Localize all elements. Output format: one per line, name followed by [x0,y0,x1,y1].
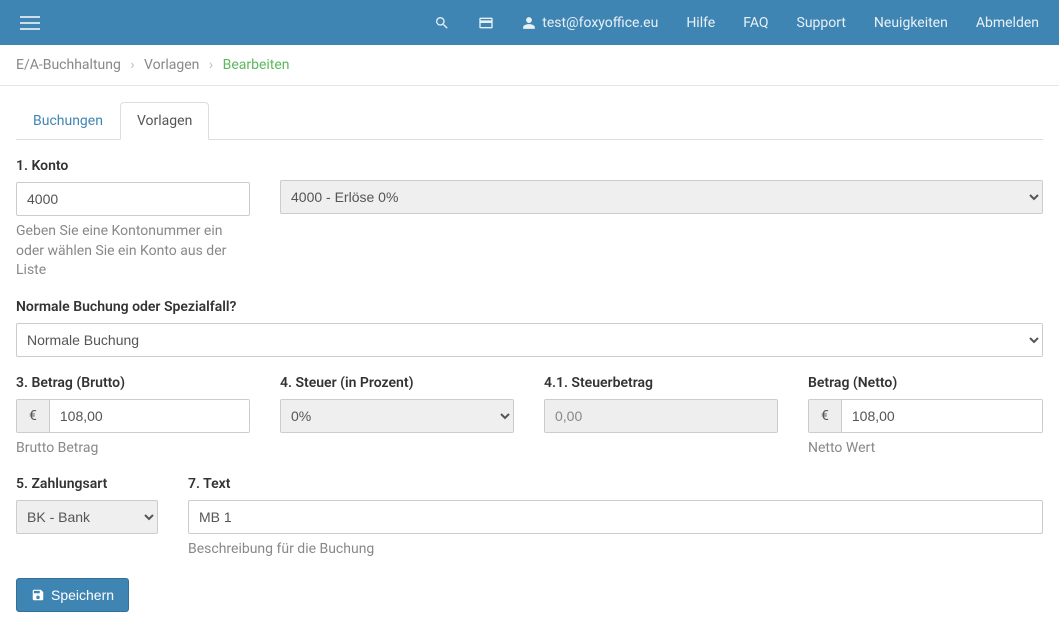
currency-symbol: € [808,399,841,433]
steuerbetrag-input [544,399,778,433]
tab-vorlagen[interactable]: Vorlagen [120,102,209,140]
nav-hilfe[interactable]: Hilfe [686,15,715,31]
chevron-right-icon: › [130,57,134,73]
top-navbar: test@foxyoffice.eu Hilfe FAQ Support Neu… [0,0,1059,45]
nav-neuigkeiten[interactable]: Neuigkeiten [874,15,948,31]
tabs: Buchungen Vorlagen [16,102,1043,140]
search-icon[interactable] [434,15,450,31]
currency-symbol: € [16,399,49,433]
breadcrumb-item-2: Bearbeiten [223,57,290,73]
breadcrumb-item-0[interactable]: E/A-Buchhaltung [16,57,121,73]
help-konto: Geben Sie eine Kontonummer ein oder wähl… [16,222,250,281]
label-brutto: 3. Betrag (Brutto) [16,375,250,391]
tab-buchungen[interactable]: Buchungen [16,102,120,140]
nav-faq[interactable]: FAQ [743,15,768,31]
zahlungsart-select[interactable]: BK - Bank [16,500,158,534]
steuer-select[interactable]: 0% [280,399,514,433]
label-steuer: 4. Steuer (in Prozent) [280,375,514,391]
netto-input[interactable] [841,399,1043,433]
help-brutto: Brutto Betrag [16,439,250,459]
label-netto: Betrag (Netto) [808,375,1043,391]
help-netto: Netto Wert [808,439,1043,459]
spezialfall-select[interactable]: Normale Buchung [16,323,1043,357]
card-icon[interactable] [478,15,494,31]
nav-support[interactable]: Support [797,15,846,31]
konto-input[interactable] [16,182,250,216]
user-link[interactable]: test@foxyoffice.eu [522,15,658,31]
brutto-input[interactable] [49,399,250,433]
help-text: Beschreibung für die Buchung [188,540,1043,560]
text-input[interactable] [188,500,1043,534]
menu-toggle-icon[interactable] [20,16,40,30]
breadcrumb-item-1[interactable]: Vorlagen [144,57,199,73]
konto-select[interactable]: 4000 - Erlöse 0% [280,180,1043,214]
label-text: 7. Text [188,476,1043,492]
label-zahlungsart: 5. Zahlungsart [16,476,158,492]
label-steuerbetrag: 4.1. Steuerbetrag [544,375,778,391]
chevron-right-icon: › [209,57,213,73]
breadcrumb: E/A-Buchhaltung › Vorlagen › Bearbeiten [0,45,1059,86]
nav-abmelden[interactable]: Abmelden [976,15,1039,31]
save-button[interactable]: Speichern [16,578,129,612]
user-email: test@foxyoffice.eu [542,15,658,31]
label-spezialfall: Normale Buchung oder Spezialfall? [16,299,1043,315]
label-konto: 1. Konto [16,158,250,174]
save-icon [31,588,45,602]
save-button-label: Speichern [51,587,114,603]
